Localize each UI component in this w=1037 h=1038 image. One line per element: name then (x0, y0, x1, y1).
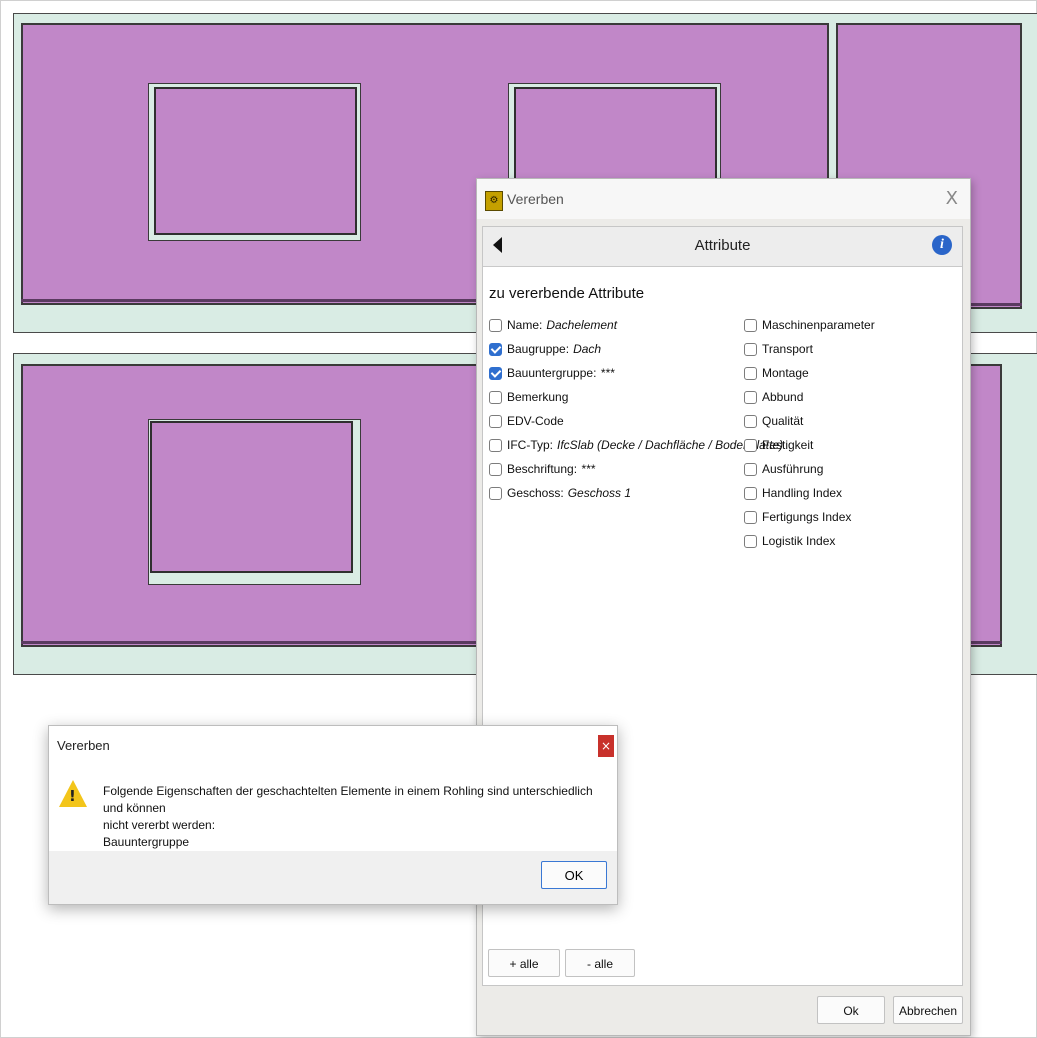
checkbox[interactable] (489, 414, 502, 428)
attribute-item-logistik-index[interactable]: Logistik Index (744, 529, 875, 553)
attribute-item-bauuntergruppe[interactable]: Bauuntergruppe: *** (489, 361, 783, 385)
attribute-item-beschriftung[interactable]: Beschriftung: *** (489, 457, 783, 481)
attribute-item-bemerkung[interactable]: Bemerkung (489, 385, 783, 409)
attribute-item-handling-index[interactable]: Handling Index (744, 481, 875, 505)
checkbox[interactable] (489, 390, 502, 404)
attribute-label: Transport (762, 342, 813, 356)
attribute-item-maschinenparameter[interactable]: Maschinenparameter (744, 313, 875, 337)
attribute-label: Beschriftung: (507, 462, 578, 476)
attribute-item-ausfuehrung[interactable]: Ausführung (744, 457, 875, 481)
checkbox[interactable] (744, 414, 757, 428)
attribute-label: Geschoss: (507, 486, 564, 500)
close-icon[interactable]: X (946, 188, 958, 209)
attribute-item-montage[interactable]: Montage (744, 361, 875, 385)
checkbox[interactable] (489, 318, 502, 332)
vererben-dialog: ⚙ Vererben X Attribute i zu vererbende A… (476, 178, 971, 1036)
attribute-item-geschoss[interactable]: Geschoss: Geschoss 1 (489, 481, 783, 505)
checkbox[interactable] (744, 462, 757, 476)
window-opening[interactable] (154, 87, 357, 235)
checkbox[interactable] (744, 510, 757, 524)
attribute-label: Bauuntergruppe: (507, 366, 597, 380)
message-line: nicht vererbt werden: (103, 818, 216, 832)
left-attribute-list: Name: Dachelement Baugruppe: Dach Bauunter… (489, 313, 783, 505)
attribute-label: Bemerkung (507, 390, 569, 404)
attribute-item-festigkeit[interactable]: Festigkeit (744, 433, 875, 457)
checkbox[interactable] (744, 438, 757, 452)
window-opening[interactable] (150, 421, 353, 573)
checkbox[interactable] (489, 438, 502, 452)
checkbox-checked[interactable] (489, 366, 502, 380)
attribute-label: Festigkeit (762, 438, 814, 452)
panel-heading: Attribute (694, 237, 751, 254)
attribute-label: Handling Index (762, 486, 843, 500)
attribute-item-abbund[interactable]: Abbund (744, 385, 875, 409)
panel-header: Attribute i (483, 227, 962, 267)
message-title: Vererben (57, 738, 110, 753)
info-icon[interactable]: i (932, 235, 952, 255)
warning-message-box: Vererben × ! Folgende Eigenschaften der … (48, 725, 618, 905)
attribute-label: EDV-Code (507, 414, 564, 428)
select-all-button[interactable]: + alle (488, 949, 560, 977)
warning-mark: ! (69, 787, 76, 805)
checkbox[interactable] (744, 390, 757, 404)
attribute-value: Geschoss 1 (567, 486, 632, 500)
section-title: zu vererbende Attribute (489, 285, 645, 302)
checkbox[interactable] (744, 342, 757, 356)
attribute-item-qualitaet[interactable]: Qualität (744, 409, 875, 433)
attribute-value: *** (581, 462, 596, 476)
checkbox[interactable] (744, 318, 757, 332)
checkbox[interactable] (489, 462, 502, 476)
vererben-app-icon: ⚙ (485, 191, 503, 211)
attribute-item-ifc-typ[interactable]: IFC-Typ: IfcSlab (Decke / Dachfläche / Bo… (489, 433, 783, 457)
ok-button[interactable]: Ok (817, 996, 885, 1024)
checkbox[interactable] (744, 366, 757, 380)
cancel-button[interactable]: Abbrechen (893, 996, 963, 1024)
attribute-label: Logistik Index (762, 534, 836, 548)
attribute-item-name[interactable]: Name: Dachelement (489, 313, 783, 337)
attribute-label: Maschinenparameter (762, 318, 875, 332)
message-title-bar[interactable]: Vererben × (49, 726, 617, 762)
checkbox[interactable] (744, 534, 757, 548)
message-body: ! Folgende Eigenschaften der geschachtel… (49, 762, 617, 851)
attribute-label: Montage (762, 366, 809, 380)
message-text: Folgende Eigenschaften der geschachtelte… (103, 783, 603, 851)
attribute-label: Ausführung (762, 462, 824, 476)
attribute-label: Baugruppe: (507, 342, 570, 356)
attribute-item-edv-code[interactable]: EDV-Code (489, 409, 783, 433)
attribute-item-baugruppe[interactable]: Baugruppe: Dach (489, 337, 783, 361)
attribute-value: Dach (573, 342, 602, 356)
message-line: Folgende Eigenschaften der geschachtelte… (103, 784, 593, 815)
attribute-label: Fertigungs Index (762, 510, 852, 524)
message-ok-button[interactable]: OK (541, 861, 607, 889)
attribute-value: *** (600, 366, 615, 380)
message-line: Bauuntergruppe (103, 835, 190, 849)
checkbox[interactable] (744, 486, 757, 500)
attribute-item-fertigungs-index[interactable]: Fertigungs Index (744, 505, 875, 529)
attribute-value: Dachelement (546, 318, 618, 332)
deselect-all-button[interactable]: - alle (565, 949, 635, 977)
attribute-label: IFC-Typ: (507, 438, 554, 452)
attribute-label: Qualität (762, 414, 804, 428)
right-attribute-list: Maschinenparameter Transport Montage Abb… (744, 313, 875, 553)
attribute-label: Name: (507, 318, 543, 332)
dialog-title: Vererben (507, 191, 564, 207)
checkbox-checked[interactable] (489, 342, 502, 356)
checkbox[interactable] (489, 486, 502, 500)
close-icon[interactable]: × (598, 735, 614, 757)
attribute-item-transport[interactable]: Transport (744, 337, 875, 361)
dialog-title-bar[interactable]: ⚙ Vererben X (477, 179, 970, 219)
attribute-label: Abbund (762, 390, 804, 404)
